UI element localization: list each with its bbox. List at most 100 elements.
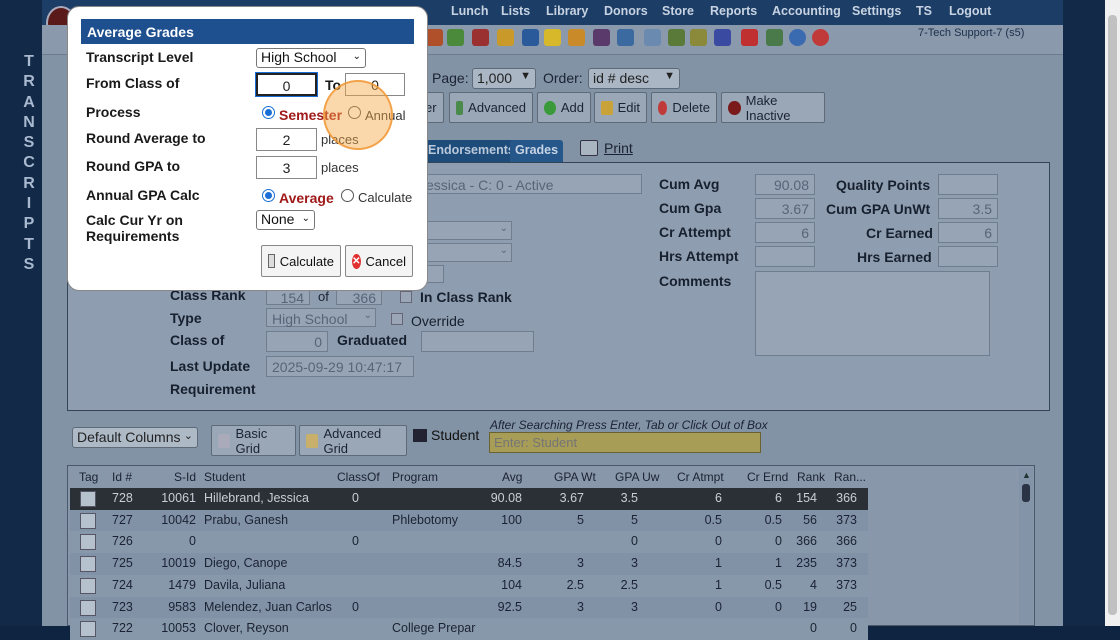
cum-avg-field[interactable]: 90.08 — [755, 174, 815, 195]
stop-icon[interactable] — [812, 29, 829, 46]
toolbar-icon-5[interactable] — [522, 29, 539, 46]
student-field[interactable]: essica - C: 0 - Active — [420, 174, 642, 194]
toolbar-icon-15[interactable] — [766, 29, 783, 46]
hrs-attempt-field[interactable] — [755, 246, 815, 267]
column-header-cr-ernd[interactable]: Cr Ernd — [747, 470, 788, 484]
row-tag-checkbox[interactable] — [80, 599, 96, 616]
toolbar-icon-2[interactable] — [447, 29, 464, 46]
toolbar-icon-3[interactable] — [472, 29, 489, 46]
menu-settings[interactable]: Settings — [852, 4, 901, 18]
column-header-tag[interactable]: Tag — [79, 470, 98, 484]
column-header-program[interactable]: Program — [392, 470, 438, 484]
tab-grades[interactable]: Grades — [510, 140, 564, 162]
toolbar-icon-8[interactable] — [593, 29, 610, 46]
menu-reports[interactable]: Reports — [710, 4, 757, 18]
comments-textarea[interactable] — [755, 271, 990, 356]
table-row[interactable]: 723 9583 Melendez, Juan Carlos 0 92.5 3 3 0 0 19 2… — [70, 596, 868, 619]
row-tag-checkbox[interactable] — [80, 556, 96, 573]
cr-earned-field[interactable]: 6 — [938, 222, 998, 243]
help-icon[interactable] — [789, 29, 806, 46]
cr-attempt-field[interactable]: 6 — [755, 222, 815, 243]
make-inactive-button[interactable]: Make Inactive — [721, 92, 825, 123]
cancel-button[interactable]: ✕ Cancel — [345, 245, 413, 277]
advanced-button[interactable]: Advanced — [449, 92, 533, 123]
column-header-cr-atmpt[interactable]: Cr Atmpt — [677, 470, 724, 484]
page-select[interactable]: 1,000 ▼ — [472, 68, 536, 89]
in-class-rank-checkbox[interactable] — [400, 291, 412, 303]
table-row[interactable]: 727 10042 Prabu, Ganesh Phlebotomy 100 5 5 0.5 0… — [70, 509, 868, 532]
table-row[interactable]: 726 0 0 0 0 0 366 366 — [70, 531, 868, 554]
column-header-gpa-wt[interactable]: GPA Wt — [554, 470, 596, 484]
column-header-id[interactable]: Id # — [112, 470, 132, 484]
menu-donors[interactable]: Donors — [604, 4, 648, 18]
quality-points-field[interactable] — [938, 174, 998, 195]
transcript-level-select[interactable]: High School ⌄ — [256, 48, 366, 68]
column-header-avg[interactable]: Avg — [502, 470, 522, 484]
menu-ts[interactable]: TS — [916, 4, 932, 18]
row-tag-checkbox[interactable] — [80, 534, 96, 551]
page-scroll-thumb[interactable] — [1108, 15, 1117, 615]
column-header-rank[interactable]: Rank — [797, 470, 825, 484]
cum-gpa-unwt-field[interactable]: 3.5 — [938, 198, 998, 219]
round-gpa-input[interactable]: 3 — [256, 156, 317, 179]
menu-accounting[interactable]: Accounting — [772, 4, 841, 18]
toolbar-icon-13[interactable] — [714, 29, 731, 46]
advanced-grid-button[interactable]: Advanced Grid — [299, 425, 407, 456]
columns-select[interactable]: Default Columns ⌄ — [72, 427, 198, 448]
column-header-gpa-uw[interactable]: GPA Uw — [615, 470, 659, 484]
print-link[interactable]: Print — [604, 140, 633, 156]
column-header-classof[interactable]: ClassOf — [337, 470, 380, 484]
grid-scroll-thumb[interactable] — [1022, 484, 1030, 502]
scroll-up-icon[interactable]: ▲ — [1022, 470, 1031, 480]
row-tag-checkbox[interactable] — [80, 621, 96, 638]
cell-ranof: 0 — [850, 621, 857, 636]
class-of-field[interactable]: 0 — [266, 331, 328, 352]
menu-store[interactable]: Store — [662, 4, 694, 18]
toolbar-icon-1[interactable] — [426, 29, 443, 46]
toolbar-icon-7[interactable] — [568, 29, 585, 46]
type-select[interactable]: High School ⌄ — [266, 308, 376, 327]
override-checkbox[interactable] — [391, 313, 403, 325]
detail-select-1[interactable]: ⌄ — [420, 221, 512, 240]
table-row[interactable]: 728 10061 Hillebrand, Jessica 0 90.08 3.67 3.5… — [70, 488, 868, 510]
detail-select-2[interactable]: ⌄ — [420, 243, 512, 262]
menu-lunch[interactable]: Lunch — [451, 4, 489, 18]
semester-radio[interactable] — [262, 106, 275, 119]
table-row[interactable]: 725 10019 Diego, Canope 84.5 3 3 1 1 235 373 — [70, 553, 868, 576]
column-header-student[interactable]: Student — [204, 470, 245, 484]
menu-logout[interactable]: Logout — [949, 4, 991, 18]
row-tag-checkbox[interactable] — [80, 512, 96, 529]
table-row[interactable]: 724 1479 Davila, Juliana 104 2.5 2.5 1 0.5 4 373 — [70, 574, 868, 597]
table-row[interactable]: 722 10053 Clover, Reyson College Prepar 0 0 — [70, 618, 868, 640]
column-header-sid[interactable]: S-Id — [174, 470, 196, 484]
toolbar-icon-11[interactable] — [668, 29, 685, 46]
calculate-radio[interactable] — [341, 189, 354, 202]
graduated-field[interactable] — [421, 331, 534, 352]
add-button[interactable]: Add — [537, 92, 591, 123]
toolbar-icon-6[interactable] — [544, 29, 561, 46]
round-average-input[interactable]: 2 — [256, 128, 317, 151]
tab-endorsements[interactable]: Endorsements — [423, 140, 520, 162]
hrs-earned-field[interactable] — [938, 246, 998, 267]
toolbar-icon-9[interactable] — [617, 29, 634, 46]
toolbar-icon-12[interactable] — [690, 29, 707, 46]
printer-icon[interactable] — [580, 140, 598, 156]
toolbar-icon-10[interactable] — [644, 29, 661, 46]
row-tag-checkbox[interactable] — [80, 577, 96, 594]
cum-gpa-field[interactable]: 3.67 — [755, 198, 815, 219]
menu-lists[interactable]: Lists — [501, 4, 530, 18]
edit-button[interactable]: Edit — [594, 92, 647, 123]
column-header-rank-of[interactable]: Ran... — [834, 470, 866, 484]
pdf-icon[interactable] — [741, 29, 758, 46]
calculate-button[interactable]: Calculate — [261, 245, 341, 277]
toolbar-icon-4[interactable] — [497, 29, 514, 46]
from-class-input[interactable]: 0 — [255, 72, 318, 97]
menu-library[interactable]: Library — [546, 4, 588, 18]
average-radio[interactable] — [262, 189, 275, 202]
basic-grid-button[interactable]: Basic Grid — [211, 425, 296, 456]
calc-cur-yr-select[interactable]: None ⌄ — [256, 210, 315, 230]
student-search-input[interactable] — [489, 432, 761, 453]
delete-button[interactable]: Delete — [651, 92, 717, 123]
order-select[interactable]: id # desc ▼ — [588, 68, 680, 89]
row-tag-checkbox[interactable] — [80, 491, 96, 507]
